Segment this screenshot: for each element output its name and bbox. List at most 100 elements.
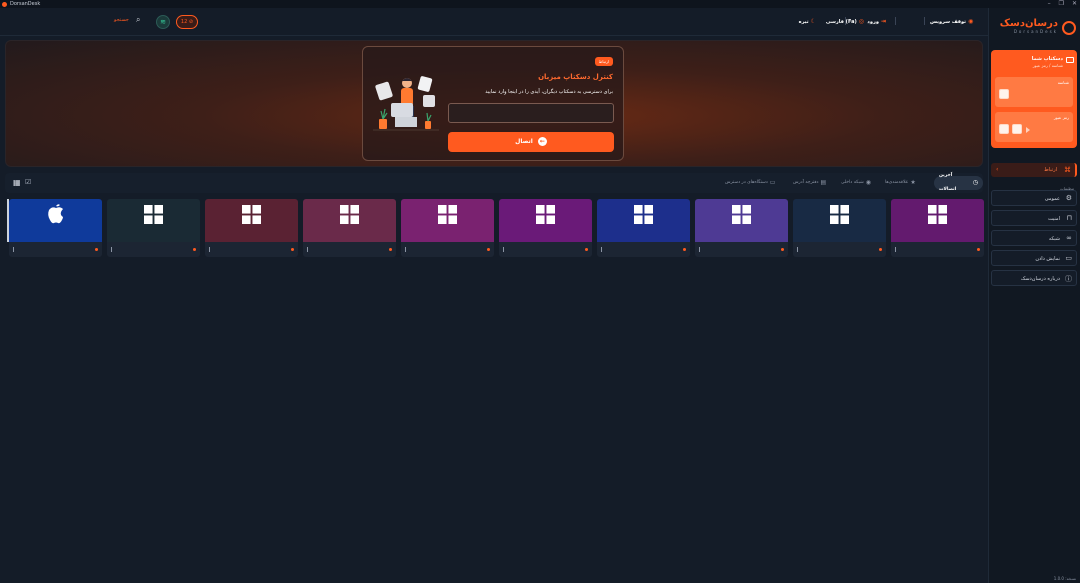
device-name [307,247,308,252]
status-dot [781,248,784,251]
device-footer [499,242,592,257]
connect-nav-label: ارتباط [1044,167,1057,173]
close-button[interactable]: ✕ [1072,0,1077,7]
divider [895,17,896,25]
remote-id-input[interactable] [448,103,614,123]
top-bar: جستجو ⌕ ≋ 12 ⊘ ورود ⇥ فارسی (Fa) ◎ تیره … [0,8,988,36]
tab-favorites[interactable]: علاقه‌مندی‌ها ★ [885,179,916,186]
search-link[interactable]: جستجو [114,17,129,23]
your-desktop-title: دسکتاپ شما [1031,56,1063,62]
search-icon[interactable]: ⌕ [136,15,140,25]
language-label: فارسی (Fa) [825,18,857,25]
windows-logo-icon [499,199,592,242]
display-icon: ▭ [1065,254,1072,262]
device-name [895,247,896,252]
device-name [13,247,14,252]
app-logo-icon [2,1,7,7]
remote-control-card: ارتباط کنترل دسکتاپ میزبان برای دسترسی ب… [362,46,624,161]
status-dot [95,248,98,251]
sidebar-item-label: امنیت [1048,216,1060,222]
sidebar-item-network[interactable]: ∞ شبکه [991,230,1077,246]
grid-view-icon[interactable]: ▦ [13,178,21,187]
stop-service-button[interactable]: توقف سرویس ◉ [930,18,973,25]
device-name [503,247,504,252]
apple-logo-icon [9,199,102,242]
device-name [209,247,210,252]
arrow-left-icon: ← [537,137,547,146]
status-dot [487,248,490,251]
copy-id-icon[interactable] [999,89,1009,99]
connect-badge: ارتباط [594,57,613,66]
alert-badge[interactable]: 12 ⊘ [176,15,198,29]
tab-label: علاقه‌مندی‌ها [885,180,909,185]
your-desktop-subtitle: شناسه / رمز عبور [1032,63,1063,68]
minimize-button[interactable]: – [1048,0,1051,7]
app-title: DorsanDesk [10,1,41,7]
copy-password-icon[interactable] [1012,124,1022,134]
device-tile[interactable] [401,199,494,257]
gear-icon: ⚙ [1065,194,1072,202]
book-icon: ▤ [820,179,827,186]
window-controls: – ❐ ✕ [1048,0,1077,7]
windows-logo-icon [793,199,886,242]
refresh-password-icon[interactable] [999,124,1009,134]
device-footer [107,242,200,257]
login-icon: ⇥ [880,18,886,25]
windows-logo-icon [205,199,298,242]
tab-label: شبکه داخلی [841,180,864,185]
play-icon [1026,127,1030,133]
sidebar-item-display[interactable]: ▭ نمایش دادن [991,250,1077,266]
sidebar-item-about[interactable]: ⓘ درباره درسان‌دسک [991,270,1077,286]
wifi-icon[interactable]: ≋ [156,15,170,29]
devices-icon: ▭ [769,179,776,186]
device-tile[interactable] [597,199,690,257]
sidebar-item-label: نمایش دادن [1035,256,1060,262]
alert-count: 12 [180,19,188,25]
device-name [699,247,700,252]
device-tile[interactable] [891,199,984,257]
device-tile[interactable] [303,199,396,257]
tab-available-devices[interactable]: دستگاه‌های در دسترس ▭ [725,179,775,186]
tab-local-network[interactable]: شبکه داخلی ◉ [841,179,871,186]
info-icon: ⓘ [1065,275,1072,283]
stop-service-label: توقف سرویس [930,18,967,25]
chevron-left-icon: ‹ [996,166,999,173]
device-name [797,247,798,252]
device-tile[interactable] [793,199,886,257]
network-icon: ∞ [1066,234,1072,242]
login-button[interactable]: ورود ⇥ [867,18,886,25]
tab-recent-connections[interactable]: آخرین اتصالات ◷ [934,173,983,192]
sidebar-item-connect[interactable]: ⌘ ارتباط ‹ [991,163,1077,177]
status-dot [585,248,588,251]
maximize-button[interactable]: ❐ [1059,0,1064,7]
device-footer [9,242,102,257]
device-tile[interactable] [7,199,102,257]
password-panel: رمز عبور [995,112,1073,142]
tab-address-book[interactable]: دفترچه آدرس ▤ [793,179,826,186]
window-titlebar: DorsanDesk – ❐ ✕ [0,0,1080,8]
connect-label: اتصال [515,138,533,145]
compass-icon: ◉ [865,179,871,186]
device-tile[interactable] [499,199,592,257]
sidebar-item-security[interactable]: ⊓ امنیت [991,210,1077,226]
windows-logo-icon [695,199,788,242]
device-footer [891,242,984,257]
theme-button[interactable]: تیره ☾ [799,18,816,25]
tab-label: دستگاه‌های در دسترس [725,180,768,185]
device-tile[interactable] [107,199,200,257]
id-label: شناسه [1057,80,1069,85]
sidebar-item-label: درباره درسان‌دسک [1020,276,1060,282]
device-footer [597,242,690,257]
tab-label: دفترچه آدرس [793,180,819,185]
sidebar-item-general[interactable]: ⚙ عمومی [991,190,1077,206]
list-view-icon[interactable]: ☑ [25,178,31,186]
stop-icon: ◉ [968,18,974,25]
language-button[interactable]: فارسی (Fa) ◎ [826,18,864,25]
device-tile[interactable] [205,199,298,257]
your-desktop-card: دسکتاپ شما شناسه / رمز عبور شناسه رمز عب… [991,50,1077,148]
device-tile[interactable] [695,199,788,257]
connect-button[interactable]: اتصال ← [448,132,614,152]
windows-logo-icon [891,199,984,242]
device-footer [401,242,494,257]
star-icon: ★ [910,179,916,186]
